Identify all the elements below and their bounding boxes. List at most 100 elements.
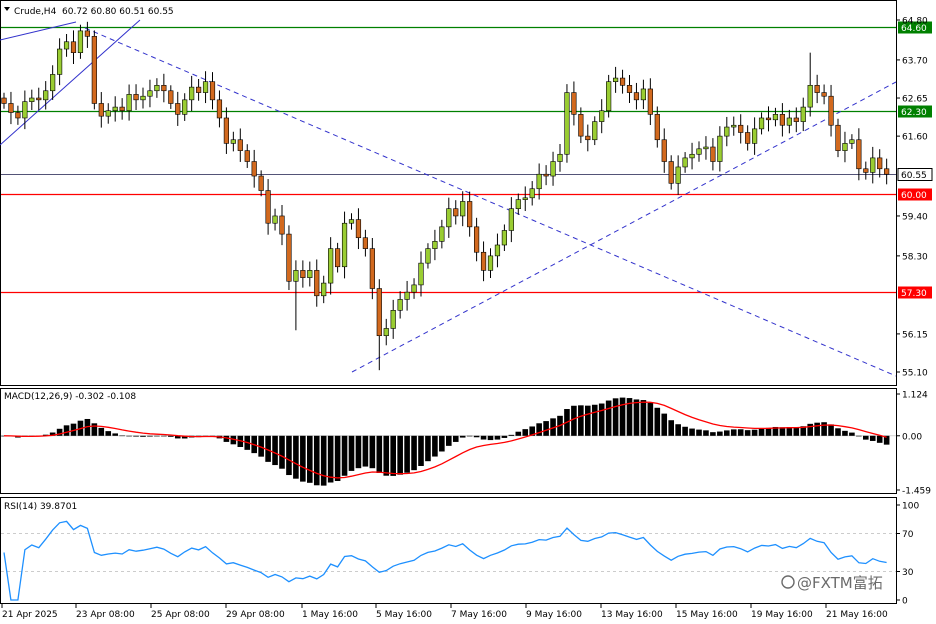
candle-body	[724, 126, 730, 137]
macd-bar	[300, 435, 306, 482]
rsi-tick-label: 30	[902, 568, 914, 578]
candle-body	[633, 92, 640, 101]
candle-body	[383, 328, 389, 337]
macd-bar	[432, 435, 438, 457]
macd-bar	[654, 407, 661, 436]
candle-body	[300, 270, 306, 278]
candle-body	[29, 97, 35, 102]
macd-bar	[168, 435, 174, 437]
candle-body	[321, 282, 327, 297]
candle-body	[751, 128, 758, 144]
price-tick-label: 64.80	[902, 17, 928, 27]
candle-body	[779, 114, 785, 126]
candle-body	[56, 48, 63, 75]
candle-body	[293, 270, 299, 282]
price-tick-label: 55.10	[902, 369, 928, 379]
macd-bar	[758, 428, 765, 436]
candle-body	[731, 124, 737, 128]
candle-body	[390, 310, 396, 329]
macd-bar	[307, 435, 313, 483]
candle-body	[487, 255, 494, 271]
date-tick-label: 15 May 16:00	[676, 610, 738, 620]
candle-body	[230, 139, 236, 144]
candle-body	[467, 201, 473, 228]
macd-bar	[63, 425, 70, 436]
candle-body	[223, 117, 230, 144]
candle-body	[696, 148, 702, 155]
macd-bar	[446, 435, 452, 446]
macd-bar	[696, 429, 702, 436]
candle-body	[77, 30, 84, 53]
candle-body	[63, 41, 70, 50]
macd-bar	[126, 435, 132, 437]
candle	[91, 30, 97, 110]
macd-bar	[585, 405, 591, 436]
candle-body	[585, 135, 591, 141]
candle-body	[286, 233, 292, 282]
candle-body	[98, 103, 104, 117]
price-tick-label: 61.60	[902, 133, 928, 143]
candle-body	[508, 208, 514, 231]
macd-bar	[619, 397, 626, 436]
candle-body	[251, 161, 257, 177]
candle-body	[112, 106, 118, 112]
macd-bar	[647, 403, 654, 436]
macd-bar	[717, 431, 723, 436]
macd-bar	[494, 435, 501, 440]
macd-bar	[849, 432, 855, 436]
candle-body	[237, 139, 243, 151]
macd-bar	[452, 435, 459, 442]
candle-body	[43, 90, 49, 101]
candle-body	[84, 30, 90, 37]
candle-body	[154, 85, 160, 92]
macd-bar	[341, 435, 348, 476]
watermark: @FXTM富拓	[797, 574, 883, 592]
date-tick-label: 21 Apr 2025	[2, 610, 58, 620]
trading-chart[interactable]: 64.6062.3060.0057.3060.5564.8063.7062.65…	[0, 0, 936, 624]
candle-body	[460, 201, 466, 217]
candle-body	[675, 166, 681, 184]
macd-bar	[793, 427, 800, 436]
candle-body	[418, 262, 424, 286]
macd-bar	[689, 428, 695, 436]
candle-body	[258, 175, 264, 191]
macd-bar	[515, 431, 522, 436]
macd-bar	[272, 435, 278, 466]
date-tick-label: 19 May 16:00	[751, 610, 813, 620]
candle-body	[328, 248, 334, 284]
macd-bar	[355, 435, 362, 469]
macd-bar	[605, 400, 612, 436]
macd-bar	[286, 435, 292, 476]
macd-bar	[682, 426, 688, 436]
candle-body	[341, 222, 348, 268]
candle-body	[446, 208, 452, 228]
candle-body	[536, 173, 542, 190]
date-tick-label: 9 May 16:00	[526, 610, 582, 620]
candle	[286, 225, 292, 291]
candle-body	[140, 95, 146, 101]
macd-bar	[640, 400, 647, 436]
macd-bar	[751, 429, 758, 436]
level-tag-label: 60.00	[901, 191, 927, 201]
macd-bar	[154, 435, 160, 437]
candle-body	[453, 208, 459, 217]
candle-body	[772, 114, 779, 121]
candle-body	[369, 248, 375, 289]
candle-body	[50, 74, 56, 92]
level-tag-label: 62.30	[901, 108, 927, 118]
macd-bar	[598, 403, 605, 436]
candle-body	[244, 150, 250, 162]
macd-bar	[140, 435, 146, 437]
candle-body	[126, 94, 132, 112]
macd-bar	[876, 435, 883, 443]
candle-body	[209, 81, 216, 101]
candle-body	[22, 101, 28, 119]
candle-body	[404, 291, 410, 300]
macd-bar	[480, 435, 487, 440]
candle-body	[515, 199, 521, 210]
candle-body	[411, 284, 417, 293]
macd-bar	[571, 405, 577, 436]
rsi-tick-label: 0	[902, 597, 908, 607]
candle-body	[494, 244, 501, 257]
price-panel[interactable]	[0, 0, 897, 386]
